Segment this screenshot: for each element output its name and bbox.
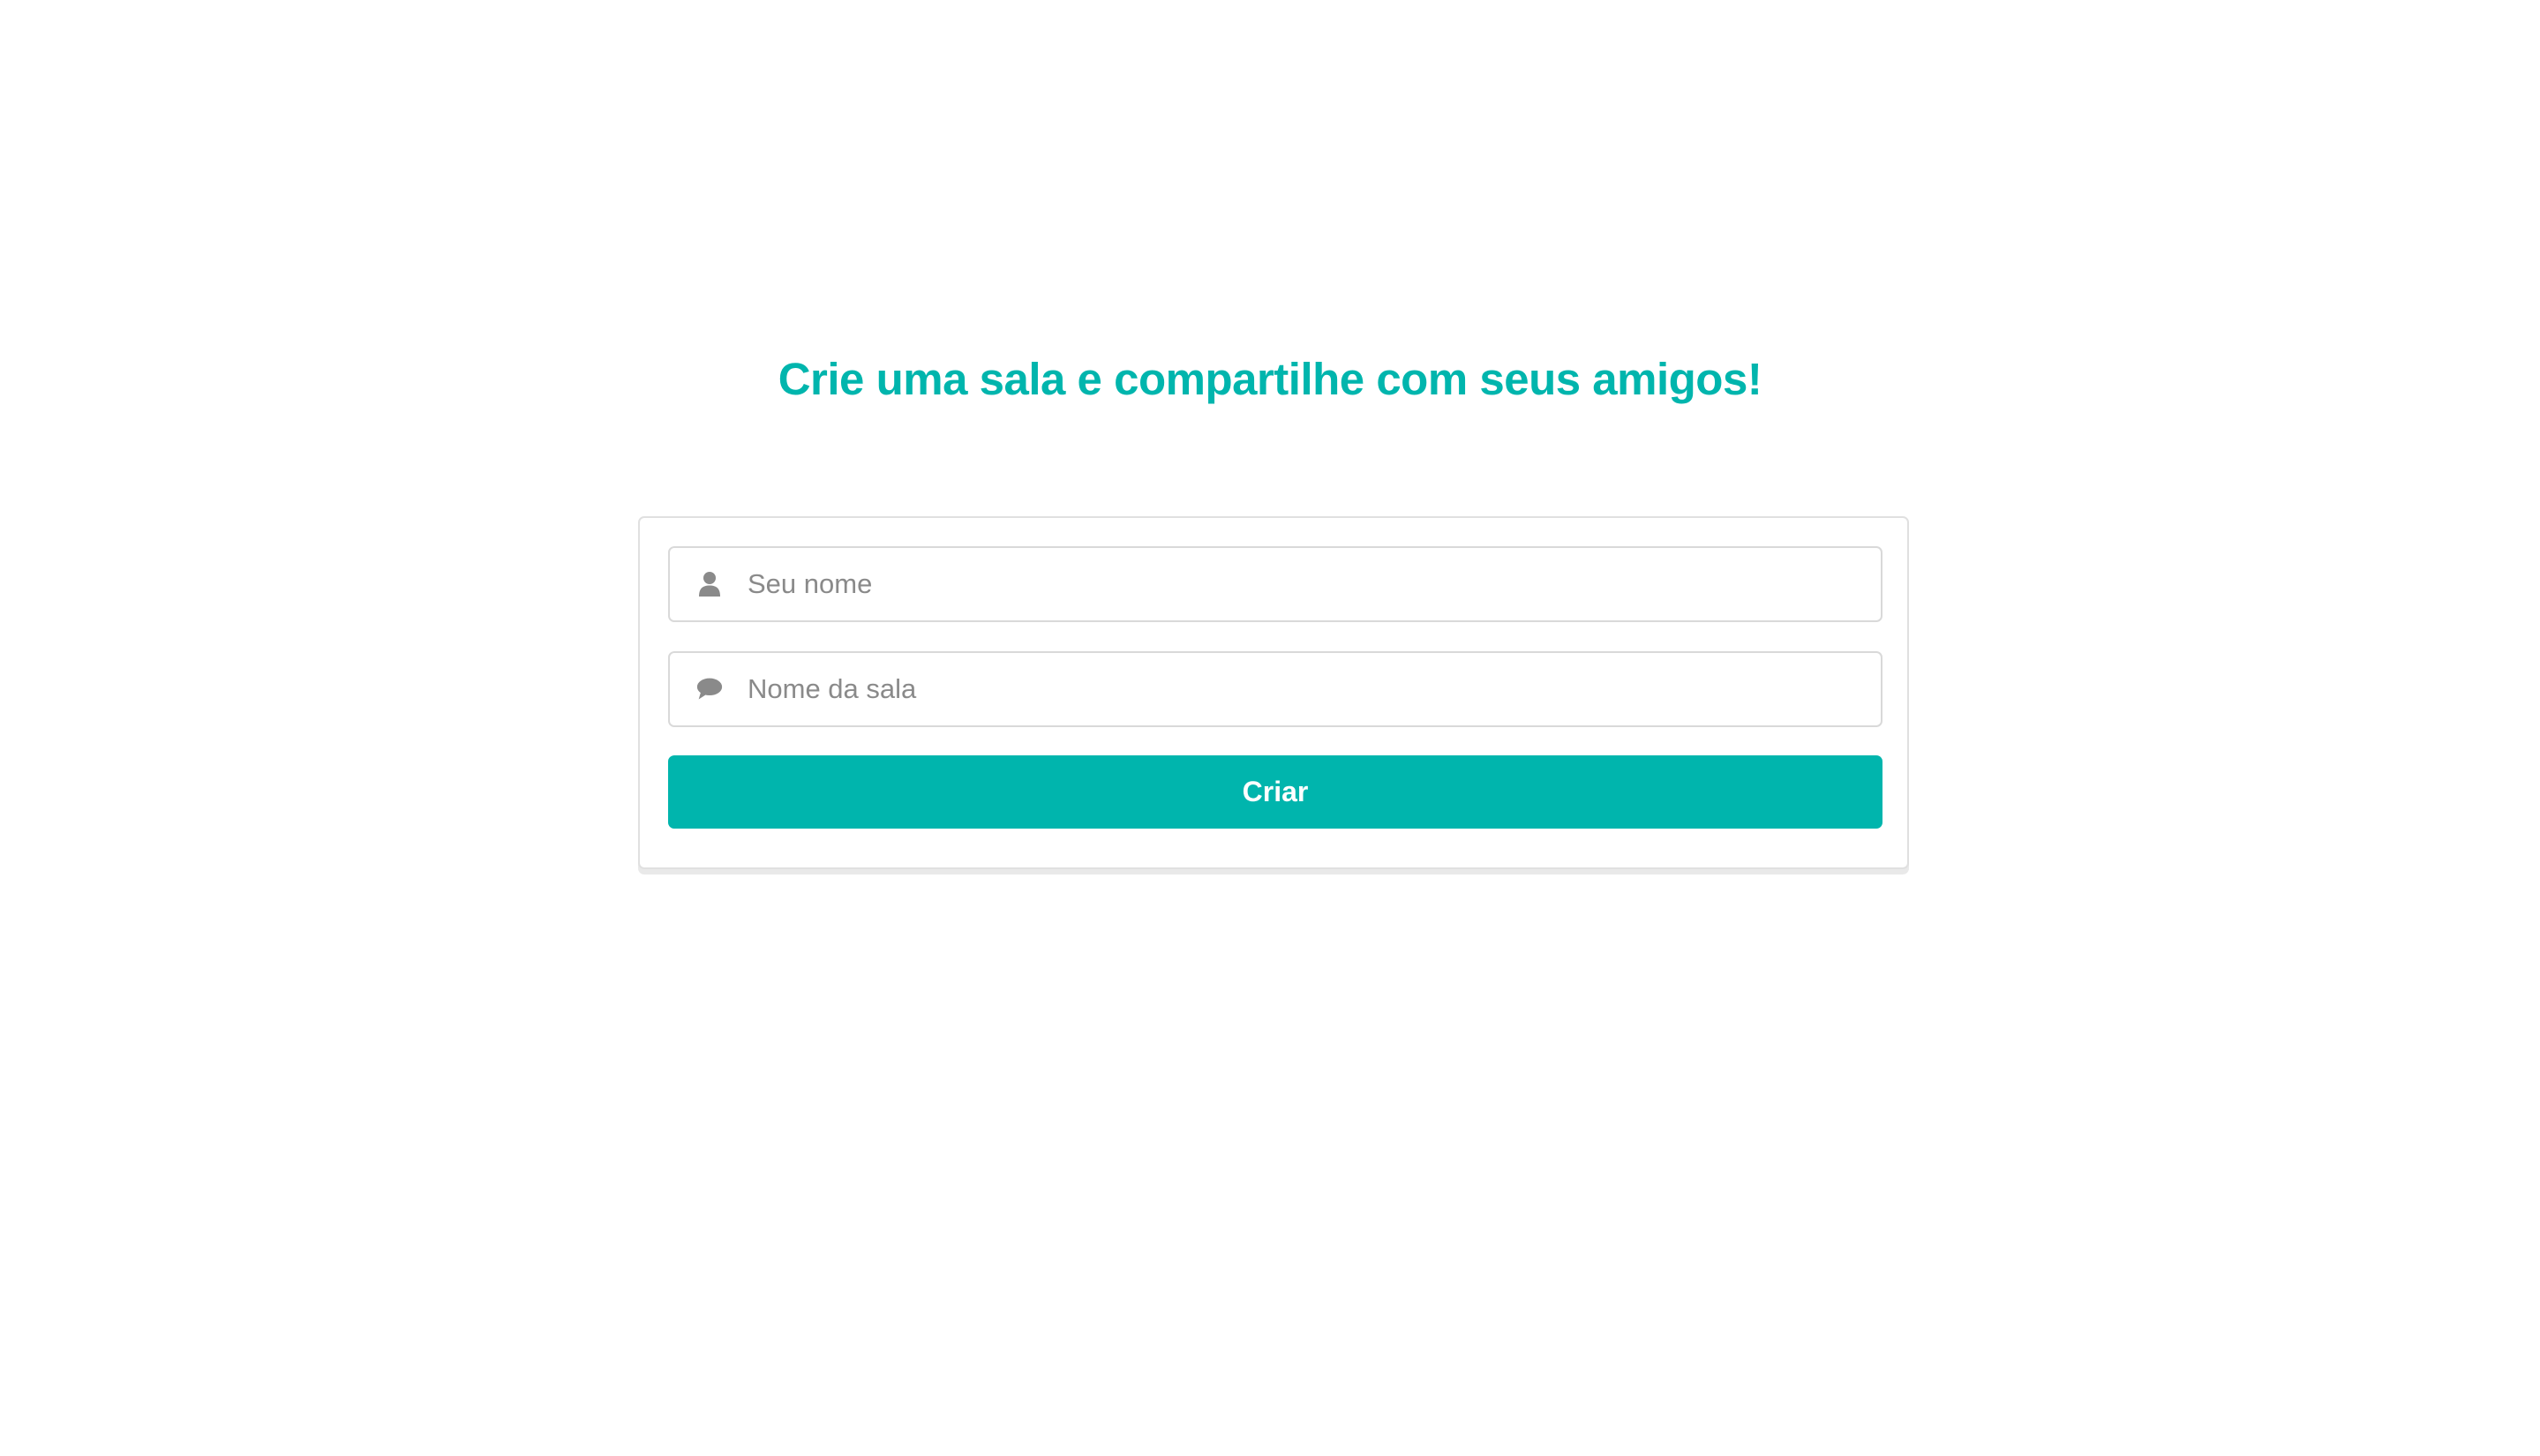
page-title: Crie uma sala e compartilhe com seus ami…: [778, 354, 1762, 404]
user-icon: [696, 571, 723, 597]
create-button[interactable]: Criar: [668, 755, 1882, 829]
create-room-form: Criar: [638, 516, 1909, 869]
name-field[interactable]: [668, 546, 1882, 622]
comment-icon: [696, 676, 723, 702]
name-input[interactable]: [748, 558, 1807, 611]
room-name-field[interactable]: [668, 651, 1882, 727]
room-name-input[interactable]: [748, 663, 1807, 716]
